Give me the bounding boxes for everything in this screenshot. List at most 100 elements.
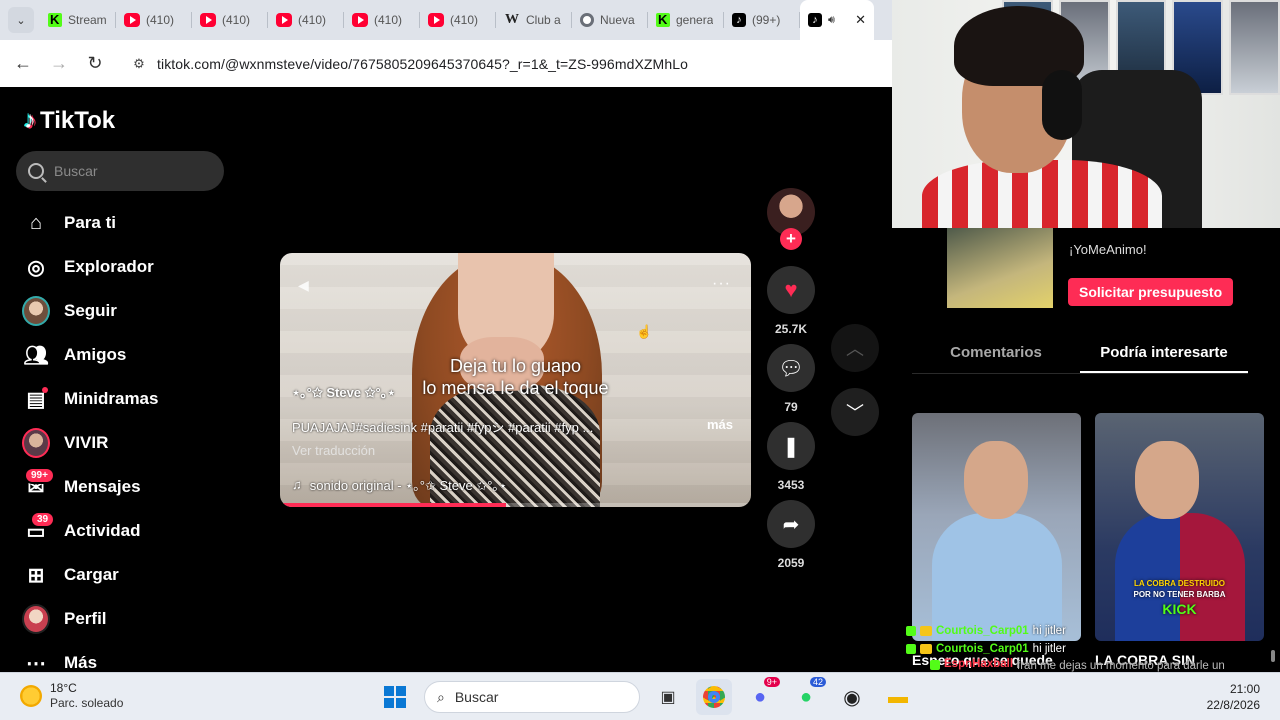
weather-widget[interactable]: 18°C Parc. soleado xyxy=(20,681,123,711)
browser-tab[interactable]: genera xyxy=(648,0,724,40)
video-progress-bar[interactable] xyxy=(280,503,751,507)
video-sound[interactable]: ♫ sonido original - ⋆｡°✩ Steve ✩°｡⋆ xyxy=(292,475,507,494)
whatsapp-taskbar-icon[interactable]: ● 42 xyxy=(788,677,826,715)
more-options-icon[interactable]: ··· xyxy=(712,275,731,293)
panel-scrollbar[interactable] xyxy=(1271,650,1275,662)
caption-more-link[interactable]: más xyxy=(707,417,733,432)
browser-tab[interactable]: ♪ (99+) xyxy=(724,0,800,40)
next-video-button[interactable]: ﹀ xyxy=(831,388,879,436)
file-explorer-taskbar-icon[interactable]: ▬ xyxy=(880,679,916,715)
home-icon: ⌂ xyxy=(29,211,43,234)
tiktok-logo[interactable]: ♪ TikTok xyxy=(24,107,115,135)
like-button[interactable]: ♥ xyxy=(767,266,815,314)
folder-icon: ▬ xyxy=(888,685,908,708)
share-arrow-icon: ➦ xyxy=(782,513,800,536)
crown-badge-icon xyxy=(920,626,932,636)
chrome-taskbar-icon[interactable] xyxy=(696,679,732,715)
tab-comentarios[interactable]: Comentarios xyxy=(912,334,1080,373)
sidebar-item-perfil[interactable]: Perfil xyxy=(0,597,260,641)
comment-button[interactable]: 💬︎ xyxy=(767,344,815,392)
like-count: 25.7K xyxy=(774,322,808,336)
browser-tab-active[interactable]: ♪ 🔊︎ ✕ xyxy=(800,0,874,40)
thumb-overlay-text: POR NO TENER BARBA xyxy=(1133,590,1226,599)
close-tab-icon[interactable]: ✕ xyxy=(855,12,866,28)
sidebar-item-explorador[interactable]: ◎ Explorador xyxy=(0,245,260,289)
sidebar-item-actividad[interactable]: ▭ 39 Actividad xyxy=(0,509,260,553)
previous-video-button[interactable]: ︿ xyxy=(831,324,879,372)
sun-icon xyxy=(20,685,42,707)
activity-badge: 39 xyxy=(30,511,56,528)
friends-icon: 👥︎ xyxy=(23,344,49,367)
sidebar-item-minidramas[interactable]: ▤ Minidramas xyxy=(0,377,260,421)
sidebar-item-mensajes[interactable]: ✉ 99+ Mensajes xyxy=(0,465,260,509)
thumb-overlay-text: LA COBRA DESTRUIDO xyxy=(1134,579,1225,588)
chat-username: Courtois_Carp01 xyxy=(936,643,1029,655)
follow-plus-icon[interactable]: + xyxy=(780,228,802,250)
back-arrow-icon[interactable]: ← xyxy=(5,53,41,74)
browser-tab[interactable]: Stream xyxy=(40,0,116,40)
kick-badge-icon xyxy=(906,626,916,636)
compass-icon: ◎ xyxy=(27,256,45,279)
browser-tab[interactable]: W Club a xyxy=(496,0,572,40)
share-button[interactable]: ➦ xyxy=(767,500,815,548)
browser-tab-bar: ⌄ Stream (410) (410) (410) (410) (410) W… xyxy=(0,0,892,40)
search-input[interactable] xyxy=(54,163,204,179)
kick-badge-icon xyxy=(906,644,916,654)
video-overlay-text: Deja tu lo guapo xyxy=(449,356,582,376)
recommended-video-thumbnail[interactable]: LA COBRA DESTRUIDO POR NO TENER BARBA KI… xyxy=(1095,413,1264,641)
browser-tab[interactable]: (410) xyxy=(116,0,192,40)
search-icon: ⌕ xyxy=(437,688,445,705)
wikipedia-icon: W xyxy=(505,12,519,27)
tab-podria-interesarte[interactable]: Podría interesarte xyxy=(1080,334,1248,373)
recommended-video-thumbnail[interactable] xyxy=(912,413,1081,641)
streamer-shirt xyxy=(922,160,1162,228)
video-player[interactable]: ◀︎ ··· Deja tu lo guapo lo mensa le da e… xyxy=(280,253,751,507)
forward-arrow-icon[interactable]: → xyxy=(41,53,77,74)
search-icon xyxy=(28,163,44,179)
video-caption: PUAJAJAJ#sadiesink #paratii #fypシ #parat… xyxy=(292,420,594,435)
save-count: 3453 xyxy=(777,478,805,492)
sidebar-item-amigos[interactable]: 👥︎ Amigos xyxy=(0,333,260,377)
windows-start-icon[interactable] xyxy=(384,686,406,708)
browser-tab[interactable]: (410) xyxy=(420,0,496,40)
site-settings-icon[interactable]: ⚙ xyxy=(127,52,151,76)
sidebar-item-cargar[interactable]: ⊞ Cargar xyxy=(0,553,260,597)
panel-tabs: Comentarios Podría interesarte xyxy=(912,334,1248,374)
youtube-icon xyxy=(428,13,444,27)
discord-taskbar-icon[interactable]: ● 9+ xyxy=(742,677,780,715)
kick-badge-icon xyxy=(930,660,940,670)
chevron-down-icon: ﹀ xyxy=(846,403,864,423)
url-field[interactable]: tiktok.com/@wxnmsteve/video/767580520964… xyxy=(157,56,688,72)
promo-thumbnail[interactable] xyxy=(947,228,1053,308)
search-bar[interactable] xyxy=(16,151,224,191)
right-panel: ¡YoMeAnimo! Solicitar presupuesto Coment… xyxy=(892,0,1280,672)
bookmark-icon: ❚ xyxy=(782,435,800,458)
tab-search-button[interactable]: ⌄ xyxy=(8,7,34,33)
recommended-videos: LA COBRA DESTRUIDO POR NO TENER BARBA KI… xyxy=(912,413,1264,641)
browser-tab[interactable]: (410) xyxy=(344,0,420,40)
save-button[interactable]: ❚ xyxy=(767,422,815,470)
request-quote-button[interactable]: Solicitar presupuesto xyxy=(1068,278,1234,306)
youtube-icon xyxy=(276,13,292,27)
translate-link[interactable]: Ver traducción xyxy=(292,443,375,458)
browser-tab[interactable]: (410) xyxy=(268,0,344,40)
reload-icon[interactable]: ↻ xyxy=(77,53,113,74)
browser-tab[interactable]: Nueva xyxy=(572,0,648,40)
video-author[interactable]: ⋆｡°✩ Steve ✩°｡⋆ xyxy=(292,382,395,401)
task-view-icon[interactable]: ▣ xyxy=(650,679,686,715)
volume-icon[interactable]: ◀︎ xyxy=(298,277,309,294)
sidebar-item-para-ti[interactable]: ⌂ Para ti xyxy=(0,201,260,245)
live-avatar-icon xyxy=(22,428,50,458)
windows-taskbar: 18°C Parc. soleado ⌕ Buscar ▣ ● 9+ ● 42 ◉ … xyxy=(0,672,1280,720)
obs-taskbar-icon[interactable]: ◉ xyxy=(834,679,870,715)
clock-date: 22/8/2026 xyxy=(1206,698,1260,712)
sidebar-item-vivir[interactable]: VIVIR xyxy=(0,421,260,465)
browser-tab[interactable]: (410) xyxy=(192,0,268,40)
sidebar-item-seguir[interactable]: Seguir xyxy=(0,289,260,333)
youtube-icon xyxy=(124,13,140,27)
taskbar-search[interactable]: ⌕ Buscar xyxy=(424,681,640,713)
chat-line: Courtois_Carp01 hi jitler xyxy=(906,622,1280,640)
speaker-icon[interactable]: 🔊︎ xyxy=(828,14,835,27)
system-clock[interactable]: 21:00 22/8/2026 xyxy=(1190,681,1260,713)
tiktok-sidebar: ♪ TikTok ⌂ Para ti ◎ Explorador Seguir 👥… xyxy=(0,87,260,675)
